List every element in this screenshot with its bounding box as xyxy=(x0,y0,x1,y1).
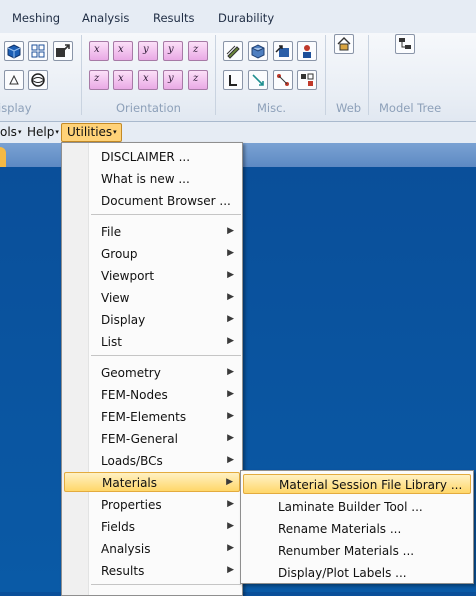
menu-item-geometry[interactable]: Geometry ▶ xyxy=(64,363,240,383)
menu-item-results[interactable]: Results ▶ xyxy=(64,561,240,581)
ribbon-panel: isplay x x y y z z x x y z Orientation M… xyxy=(0,33,476,122)
menu-item-materials[interactable]: Materials ▶ xyxy=(64,472,240,492)
cube-icon[interactable] xyxy=(4,41,24,61)
group-divider xyxy=(368,35,369,115)
group-divider xyxy=(325,35,326,115)
menu-item-fem-elements[interactable]: FEM-Elements ▶ xyxy=(64,407,240,427)
group-label-misc: Misc. xyxy=(257,101,287,115)
tree-icon[interactable] xyxy=(395,34,415,54)
group-label-web: Web xyxy=(336,101,362,115)
utilities-menu: DISCLAIMER ... What is new ... Document … xyxy=(61,142,243,596)
arrow-cube-icon[interactable] xyxy=(273,41,293,61)
menu-bar: ols▾ Help▾ Utilities▾ xyxy=(0,122,476,144)
menu-item-display[interactable]: Display ▶ xyxy=(64,310,240,330)
submenu-arrow-icon: ▶ xyxy=(227,521,234,531)
menu-help[interactable]: Help▾ xyxy=(27,125,59,139)
sphere-wire-icon[interactable] xyxy=(28,70,48,90)
group-divider xyxy=(215,35,216,115)
orient-z-button[interactable]: z xyxy=(89,70,109,90)
orient-x-button[interactable]: x xyxy=(89,41,109,61)
orient-y-button[interactable]: y xyxy=(163,70,183,90)
orient-x-button[interactable]: x xyxy=(113,41,133,61)
shaded-cube-icon[interactable] xyxy=(248,41,268,61)
home-icon[interactable] xyxy=(334,34,354,54)
submenu-arrow-icon: ▶ xyxy=(227,499,234,509)
orient-x-button[interactable]: x xyxy=(138,70,158,90)
menu-separator xyxy=(91,214,241,215)
orient-z-button[interactable]: z xyxy=(188,70,208,90)
diagonal-arrow-icon[interactable] xyxy=(248,70,268,90)
menu-item-viewport[interactable]: Viewport ▶ xyxy=(64,266,240,286)
viewport-tab[interactable] xyxy=(0,147,6,167)
menu-utilities[interactable]: Utilities▾ xyxy=(61,123,122,142)
menu-item-analysis[interactable]: Analysis ▶ xyxy=(64,539,240,559)
triangle-icon[interactable] xyxy=(4,70,24,90)
orient-z-button[interactable]: z xyxy=(188,41,208,61)
group-label-model-tree: Model Tree xyxy=(379,101,442,115)
submenu-arrow-icon: ▶ xyxy=(227,455,234,465)
submenu-arrow-icon: ▶ xyxy=(226,477,233,487)
tab-durability[interactable]: Durability xyxy=(218,11,274,25)
tab-results[interactable]: Results xyxy=(153,11,195,25)
orient-x-button[interactable]: x xyxy=(113,70,133,90)
orient-y-button[interactable]: y xyxy=(138,41,158,61)
submenu-arrow-icon: ▶ xyxy=(227,292,234,302)
ribbon-tab-bar: Meshing Analysis Results Durability xyxy=(0,0,476,34)
menu-separator xyxy=(91,355,241,356)
submenu-item-rename-materials[interactable]: Rename Materials ... xyxy=(243,519,471,539)
submenu-arrow-icon: ▶ xyxy=(227,367,234,377)
materials-submenu: Material Session File Library ... Lamina… xyxy=(240,470,474,584)
submenu-arrow-icon: ▶ xyxy=(227,226,234,236)
group-divider xyxy=(81,35,82,115)
submenu-arrow-icon: ▶ xyxy=(227,336,234,346)
group-label-display: isplay xyxy=(0,101,32,115)
submenu-item-renumber-materials[interactable]: Renumber Materials ... xyxy=(243,541,471,561)
submenu-arrow-icon: ▶ xyxy=(227,433,234,443)
menu-item-document-browser[interactable]: Document Browser ... xyxy=(64,191,240,211)
menu-item-group[interactable]: Group ▶ xyxy=(64,244,240,264)
menu-item-fields[interactable]: Fields ▶ xyxy=(64,517,240,537)
tab-meshing[interactable]: Meshing xyxy=(12,11,60,25)
group-label-orientation: Orientation xyxy=(116,101,181,115)
menu-item-loads-bcs[interactable]: Loads/BCs ▶ xyxy=(64,451,240,471)
grid-icon[interactable] xyxy=(28,41,48,61)
pencil-icon[interactable] xyxy=(223,41,243,61)
submenu-item-material-session-file-library[interactable]: Material Session File Library ... xyxy=(243,474,471,494)
matrix-icon[interactable] xyxy=(297,70,317,90)
menu-item-properties[interactable]: Properties ▶ xyxy=(64,495,240,515)
submenu-arrow-icon: ▶ xyxy=(227,411,234,421)
orient-y-button[interactable]: y xyxy=(163,41,183,61)
arrow-box-icon[interactable] xyxy=(53,41,73,61)
menu-item-file[interactable]: File ▶ xyxy=(64,222,240,242)
nodes-icon[interactable] xyxy=(273,70,293,90)
submenu-arrow-icon: ▶ xyxy=(227,248,234,258)
submenu-arrow-icon: ▶ xyxy=(227,565,234,575)
menu-item-disclaimer[interactable]: DISCLAIMER ... xyxy=(64,147,240,167)
menu-item-whats-new[interactable]: What is new ... xyxy=(64,169,240,189)
submenu-item-display-plot-labels[interactable]: Display/Plot Labels ... xyxy=(243,563,471,583)
menu-tools[interactable]: ols▾ xyxy=(0,125,21,139)
person-icon[interactable] xyxy=(297,41,317,61)
bracket-icon[interactable] xyxy=(223,70,243,90)
submenu-item-laminate-builder-tool[interactable]: Laminate Builder Tool ... xyxy=(243,497,471,517)
menu-item-list[interactable]: List ▶ xyxy=(64,332,240,352)
menu-item-fem-nodes[interactable]: FEM-Nodes ▶ xyxy=(64,385,240,405)
submenu-arrow-icon: ▶ xyxy=(227,314,234,324)
menu-item-fem-general[interactable]: FEM-General ▶ xyxy=(64,429,240,449)
submenu-arrow-icon: ▶ xyxy=(227,543,234,553)
menu-separator xyxy=(91,584,241,585)
submenu-arrow-icon: ▶ xyxy=(227,270,234,280)
submenu-arrow-icon: ▶ xyxy=(227,389,234,399)
tab-analysis[interactable]: Analysis xyxy=(82,11,129,25)
menu-item-view[interactable]: View ▶ xyxy=(64,288,240,308)
